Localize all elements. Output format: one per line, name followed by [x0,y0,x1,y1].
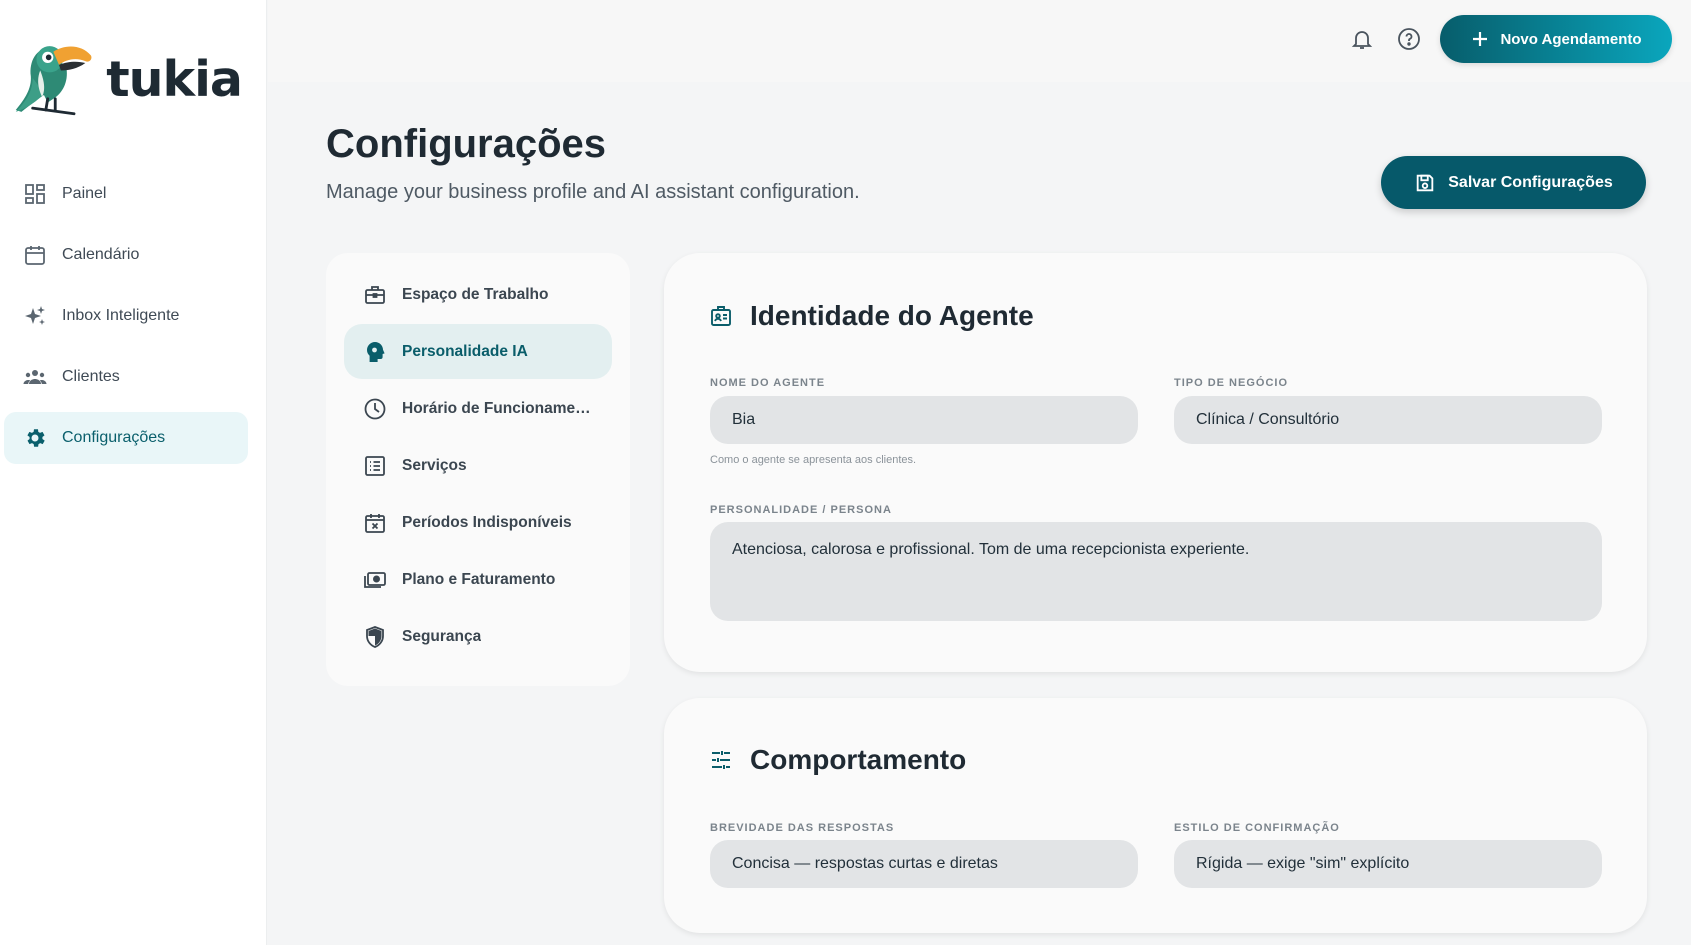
settings-tab-security[interactable]: Segurança [344,609,612,664]
behavior-title: Comportamento [750,744,967,775]
persona-textarea[interactable]: Atenciosa, calorosa e profissional. Tom … [710,522,1602,621]
response-brevity-label: Brevidade das Respostas [710,822,895,834]
settings-tab-label: Segurança [402,627,482,645]
toucan-logo-icon [15,46,92,116]
settings-tab-label: Períodos Indisponíveis [402,513,572,531]
sidebar-item-label: Painel [62,185,107,202]
behavior-card: Comportamento Brevidade das Respostas Co… [664,698,1647,933]
plus-icon [1473,32,1488,46]
new-appointment-label: Novo Agendamento [1500,30,1642,48]
settings-tab-unavailable-periods[interactable]: Períodos Indisponíveis [344,495,612,550]
list-icon [362,453,388,479]
sidebar-item-configuracoes[interactable]: Configurações [4,412,248,464]
brand-name: tukia [106,50,243,108]
sidebar-item-label: Configurações [62,429,166,446]
page-subtitle: Manage your business profile and AI assi… [326,181,860,203]
save-settings-button[interactable]: Salvar Configurações [1381,156,1646,209]
calendar-icon [22,242,48,268]
agent-identity-header: Identidade do Agente [708,300,1034,332]
agent-name-input[interactable]: Bia [710,396,1138,444]
notifications-button[interactable] [1348,25,1376,53]
settings-tab-services[interactable]: Serviços [344,438,612,493]
agent-name-hint: Como o agente se apresenta aos clientes. [710,454,917,466]
sidebar-item-label: Clientes [62,368,120,385]
persona-label: Personalidade / Persona [710,504,892,516]
save-icon [1417,174,1434,191]
ai-head-icon [362,339,388,365]
gear-icon [22,425,48,451]
sidebar: tukia Painel Calendário Inbox Inteligent… [0,0,267,945]
settings-tab-label: Plano e Faturamento [402,570,556,588]
shield-icon [362,624,388,650]
agent-identity-title: Identidade do Agente [750,300,1034,331]
behavior-header: Comportamento [708,744,966,776]
response-brevity-select[interactable]: Concisa — respostas curtas e diretas [710,840,1138,888]
agent-name-label: Nome do Agente [710,377,826,389]
dashboard-icon [22,181,48,207]
sliders-icon [708,747,734,773]
help-icon [1398,28,1420,50]
briefcase-icon [362,282,388,308]
business-type-label: Tipo de Negócio [1174,377,1289,389]
sidebar-item-painel[interactable]: Painel [4,168,248,220]
settings-nav: Espaço de Trabalho Personalidade IA Horá… [326,253,630,686]
agent-identity-card: Identidade do Agente Nome do Agente Bia … [664,253,1647,672]
settings-tab-billing[interactable]: Plano e Faturamento [344,552,612,607]
id-card-icon [708,303,734,329]
sidebar-item-clientes[interactable]: Clientes [4,351,248,403]
page-title: Configurações [326,122,607,166]
people-icon [22,364,48,390]
settings-tab-label: Serviços [402,456,467,474]
settings-tab-workspace[interactable]: Espaço de Trabalho [344,267,612,322]
sidebar-item-label: Calendário [62,246,140,263]
settings-tab-label: Espaço de Trabalho [402,285,549,303]
settings-tab-label: Horário de Funcionamento [402,399,597,417]
settings-tab-label: Personalidade IA [402,342,528,360]
confirmation-style-label: Estilo de Confirmação [1174,822,1340,834]
settings-tab-ai-personality[interactable]: Personalidade IA [344,324,612,379]
sidebar-item-inbox[interactable]: Inbox Inteligente [4,290,248,342]
business-type-select[interactable]: Clínica / Consultório [1174,396,1602,444]
sidebar-nav: Painel Calendário Inbox Inteligente Clie… [4,168,248,473]
clock-icon [362,396,388,422]
calendar-x-icon [362,510,388,536]
new-appointment-button[interactable]: Novo Agendamento [1440,15,1672,63]
sidebar-item-label: Inbox Inteligente [62,307,180,324]
confirmation-style-select[interactable]: Rígida — exige "sim" explícito [1174,840,1602,888]
save-settings-label: Salvar Configurações [1448,173,1613,191]
bell-icon [1351,31,1373,49]
settings-tab-business-hours[interactable]: Horário de Funcionamento [344,381,612,436]
help-button[interactable] [1395,25,1423,53]
sidebar-item-calendario[interactable]: Calendário [4,229,248,281]
money-icon [362,567,388,593]
logo[interactable]: tukia [12,34,243,124]
sparkles-icon [22,303,48,329]
